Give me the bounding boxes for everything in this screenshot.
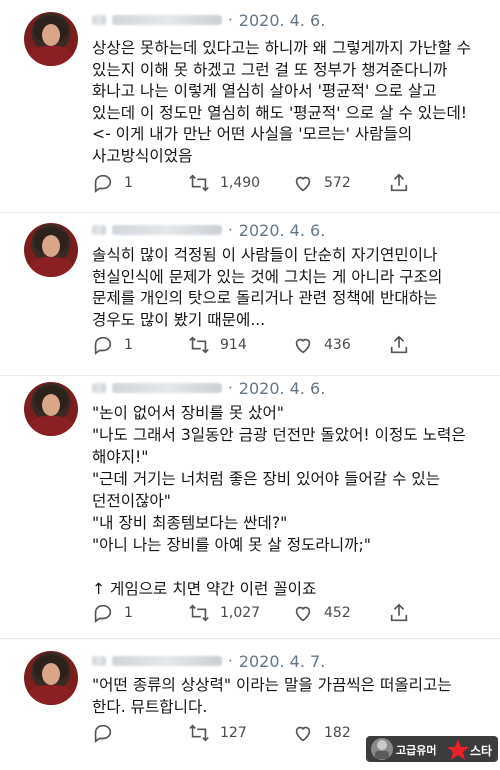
tweet-date[interactable]: 2020. 4. 6. — [239, 11, 326, 30]
avatar[interactable] — [24, 382, 78, 436]
avatar[interactable] — [24, 223, 78, 277]
reply-button[interactable]: 1 — [92, 602, 133, 624]
reply-button[interactable] — [92, 722, 124, 744]
blurred-username[interactable] — [92, 225, 106, 235]
like-count: 452 — [324, 605, 351, 621]
blurred-username[interactable] — [92, 656, 106, 666]
tweet-text: 솔식히 많이 걱정됨 이 사람들이 단순히 자기연민이나 현실인식에 문제가 있… — [92, 246, 448, 329]
like-button[interactable]: 182 — [292, 722, 351, 744]
tweet-header: · 2020. 4. 6. — [92, 10, 325, 30]
reply-icon — [92, 722, 114, 744]
tweet-header: · 2020. 4. 6. — [92, 220, 325, 240]
retweet-count: 127 — [220, 725, 247, 741]
retweet-count: 1,027 — [220, 605, 261, 621]
reply-count: 1 — [124, 175, 133, 191]
like-icon — [292, 334, 314, 356]
tweet-text: 상상은 못하는데 있다고는 하니까 왜 그렇게까지 가난할 수 있는지 이해 못… — [92, 39, 476, 165]
retweet-button[interactable]: 914 — [188, 334, 247, 356]
watermark-logo: 고급유머 스타 — [366, 730, 498, 766]
tweet-text: "논이 없어서 장비를 못 샀어" "나도 그래서 3일동안 금광 던전만 돌았… — [92, 404, 466, 598]
tweet-3: · 2020. 4. 6. "논이 없어서 장비를 못 샀어" "나도 그래서 … — [0, 376, 500, 638]
action-bar: 1 914 436 — [92, 334, 422, 358]
avatar[interactable] — [24, 12, 78, 66]
blurred-handle[interactable] — [112, 383, 222, 393]
tweet-date[interactable]: 2020. 4. 7. — [239, 652, 326, 671]
share-button[interactable] — [388, 334, 410, 356]
like-icon — [292, 172, 314, 194]
like-button[interactable]: 572 — [292, 172, 351, 194]
reply-button[interactable]: 1 — [92, 172, 133, 194]
share-button[interactable] — [388, 172, 410, 194]
retweet-button[interactable]: 1,027 — [188, 602, 260, 624]
share-button[interactable] — [388, 602, 410, 624]
blurred-handle[interactable] — [112, 15, 222, 25]
tweet-date[interactable]: 2020. 4. 6. — [239, 379, 326, 398]
blurred-handle[interactable] — [112, 656, 222, 666]
share-icon — [388, 602, 410, 624]
blurred-username[interactable] — [92, 15, 106, 25]
like-count: 436 — [324, 337, 351, 353]
retweet-count: 1,490 — [220, 175, 261, 191]
reply-icon — [92, 172, 114, 194]
svg-text:스타: 스타 — [470, 743, 492, 758]
retweet-button[interactable]: 127 — [188, 722, 247, 744]
reply-count: 1 — [124, 337, 133, 353]
retweet-icon — [188, 602, 210, 624]
action-bar: 1 1,490 572 — [92, 172, 422, 196]
tweet-1: · 2020. 4. 6. 상상은 못하는데 있다고는 하니까 왜 그렇게까지 … — [0, 0, 500, 212]
retweet-button[interactable]: 1,490 — [188, 172, 260, 194]
reply-count: 1 — [124, 605, 133, 621]
retweet-icon — [188, 334, 210, 356]
svg-text:고급유머: 고급유머 — [396, 743, 436, 757]
like-count: 182 — [324, 725, 351, 741]
like-button[interactable]: 436 — [292, 334, 351, 356]
retweet-icon — [188, 722, 210, 744]
tweet-text: "어떤 종류의 상상력" 이라는 말을 가끔씩은 떠올리고는 한다. 뮤트합니다… — [92, 676, 457, 716]
avatar[interactable] — [24, 651, 78, 705]
share-icon — [388, 334, 410, 356]
reply-button[interactable]: 1 — [92, 334, 133, 356]
tweet-header: · 2020. 4. 7. — [92, 651, 325, 671]
tweet-header: · 2020. 4. 6. — [92, 378, 325, 398]
blurred-username[interactable] — [92, 383, 106, 393]
share-icon — [388, 172, 410, 194]
reply-icon — [92, 602, 114, 624]
like-icon — [292, 722, 314, 744]
like-button[interactable]: 452 — [292, 602, 351, 624]
tweet-date[interactable]: 2020. 4. 6. — [239, 221, 326, 240]
blurred-handle[interactable] — [112, 225, 222, 235]
retweet-icon — [188, 172, 210, 194]
like-count: 572 — [324, 175, 351, 191]
retweet-count: 914 — [220, 337, 247, 353]
like-icon — [292, 602, 314, 624]
tweet-2: · 2020. 4. 6. 솔식히 많이 걱정됨 이 사람들이 단순히 자기연민… — [0, 213, 500, 375]
reply-icon — [92, 334, 114, 356]
action-bar: 1 1,027 452 — [92, 602, 422, 626]
